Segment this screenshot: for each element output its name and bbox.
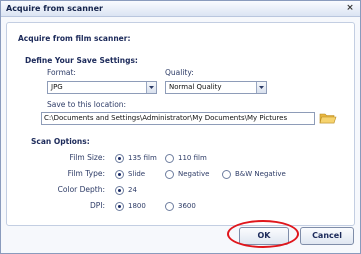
radio-110-film[interactable]: [165, 154, 174, 163]
save-settings-heading: Define Your Save Settings:: [25, 56, 138, 65]
quality-label: Quality:: [165, 68, 194, 77]
quality-value: Normal Quality: [169, 83, 222, 91]
title-bar[interactable]: Acquire from scanner ×: [1, 1, 360, 17]
scanner-dialog: Acquire from scanner × Acquire from film…: [0, 0, 361, 254]
chevron-down-icon[interactable]: [146, 82, 156, 93]
format-label: Format:: [47, 68, 76, 77]
radio-1800-label: 1800: [128, 202, 146, 210]
ok-button[interactable]: OK: [239, 227, 289, 245]
save-location-value: C:\Documents and Settings\Administrator\…: [44, 114, 288, 122]
save-location-field[interactable]: C:\Documents and Settings\Administrator\…: [41, 112, 315, 125]
close-icon[interactable]: ×: [345, 3, 355, 13]
folder-icon[interactable]: [319, 112, 337, 126]
radio-negative-label: Negative: [178, 170, 210, 178]
film-size-label: Film Size:: [69, 153, 105, 162]
format-value: JPG: [51, 83, 63, 91]
radio-bw-negative-label: B&W Negative: [235, 170, 286, 178]
radio-135-film-label: 135 film: [128, 154, 157, 162]
radio-3600[interactable]: [165, 202, 174, 211]
color-depth-label: Color Depth:: [57, 185, 105, 194]
location-label: Save to this location:: [47, 100, 127, 109]
quality-select[interactable]: Normal Quality: [165, 81, 267, 94]
radio-24[interactable]: [115, 186, 124, 195]
radio-negative[interactable]: [165, 170, 174, 179]
cancel-button[interactable]: Cancel: [300, 227, 354, 245]
format-select[interactable]: JPG: [47, 81, 157, 94]
radio-bw-negative[interactable]: [222, 170, 231, 179]
scan-options-heading: Scan Options:: [31, 137, 90, 146]
radio-24-label: 24: [128, 186, 137, 194]
film-type-label: Film Type:: [67, 169, 105, 178]
radio-slide[interactable]: [115, 170, 124, 179]
dpi-label: DPI:: [89, 201, 105, 210]
radio-slide-label: Slide: [128, 170, 146, 178]
section-title: Acquire from film scanner:: [18, 34, 131, 43]
radio-110-film-label: 110 film: [178, 154, 207, 162]
window-title: Acquire from scanner: [6, 4, 103, 13]
radio-3600-label: 3600: [178, 202, 196, 210]
radio-1800[interactable]: [115, 202, 124, 211]
radio-135-film[interactable]: [115, 154, 124, 163]
chevron-down-icon[interactable]: [256, 82, 266, 93]
